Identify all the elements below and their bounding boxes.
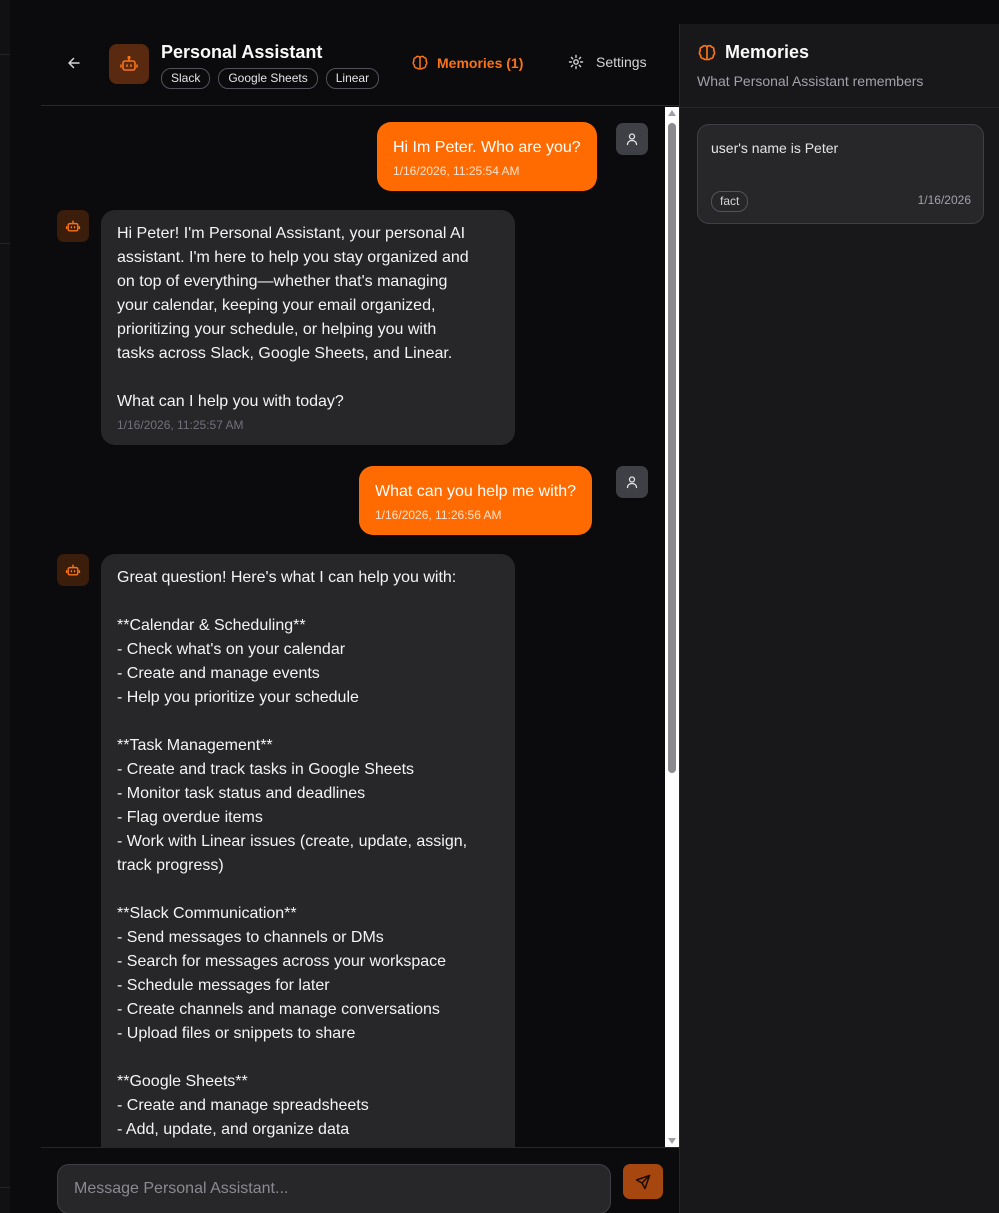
message-list: Hi Im Peter. Who are you? 1/16/2026, 11:… <box>41 107 665 1147</box>
assistant-avatar <box>57 210 89 242</box>
robot-icon <box>65 220 81 232</box>
memories-title-row: Memories <box>697 42 809 63</box>
memories-header: Memories What Personal Assistant remembe… <box>680 24 999 108</box>
memories-subtitle: What Personal Assistant remembers <box>697 73 924 89</box>
user-icon <box>626 133 638 146</box>
memory-date: 1/16/2026 <box>917 193 971 207</box>
user-avatar <box>616 466 648 498</box>
memory-card[interactable]: user's name is Peter fact 1/16/2026 <box>697 124 984 224</box>
assistant-message: Hi Peter! I'm Personal Assistant, your p… <box>101 210 515 445</box>
user-avatar <box>616 123 648 155</box>
memories-button[interactable]: Memories (1) <box>411 54 523 72</box>
memory-type-badge: fact <box>711 191 749 212</box>
user-message: Hi Im Peter. Who are you? 1/16/2026, 11:… <box>377 122 597 191</box>
assistant-avatar <box>57 554 89 586</box>
back-button[interactable] <box>61 50 87 76</box>
message-input[interactable] <box>57 1164 611 1213</box>
chat-panel: Personal Assistant Slack Google Sheets L… <box>41 24 679 1213</box>
message-timestamp: 1/16/2026, 11:25:57 AM <box>117 418 244 432</box>
message-timestamp: 1/16/2026, 11:26:56 AM <box>375 508 502 522</box>
memories-title: Memories <box>725 42 810 62</box>
memories-button-label: Memories (1) <box>437 55 524 71</box>
scroll-down-arrow-icon[interactable] <box>668 1138 676 1144</box>
brain-icon <box>412 55 428 70</box>
page-title: Personal Assistant <box>161 42 323 62</box>
message-text: Hi Im Peter. Who are you? <box>393 139 581 156</box>
settings-button-label: Settings <box>596 54 647 70</box>
top-bar <box>0 0 999 24</box>
sidebar-divider <box>0 243 10 244</box>
message-text: Hi Peter! I'm Personal Assistant, your p… <box>117 225 469 410</box>
message-text: What can you help me with? <box>375 483 576 500</box>
scrollbar-thumb[interactable] <box>668 123 676 773</box>
assistant-message: Great question! Here's what I can help y… <box>101 554 515 1147</box>
send-icon <box>635 1174 651 1189</box>
send-button[interactable] <box>623 1164 663 1199</box>
tool-chips: Slack Google Sheets Linear <box>161 68 380 89</box>
gear-icon <box>568 54 584 70</box>
tool-chip-linear: Linear <box>325 68 380 89</box>
chat-header: Personal Assistant Slack Google Sheets L… <box>41 24 679 106</box>
robot-icon <box>65 564 81 576</box>
tool-chip-slack: Slack <box>161 68 211 89</box>
robot-icon <box>120 55 138 71</box>
settings-button[interactable]: Settings <box>568 54 647 70</box>
left-sidebar-edge <box>0 0 10 1213</box>
scrollbar[interactable] <box>665 107 679 1147</box>
user-message: What can you help me with? 1/16/2026, 11… <box>359 466 592 535</box>
arrow-left-icon <box>68 57 80 69</box>
tool-chip-google-sheets: Google Sheets <box>218 68 318 89</box>
composer <box>41 1147 679 1213</box>
sidebar-divider <box>0 1187 10 1188</box>
agent-avatar <box>109 44 149 84</box>
sidebar-divider <box>0 54 10 55</box>
message-text: Great question! Here's what I can help y… <box>117 569 468 1138</box>
memory-content: user's name is Peter <box>711 140 839 156</box>
user-icon <box>626 476 638 489</box>
memories-panel: Memories What Personal Assistant remembe… <box>679 24 999 1213</box>
message-timestamp: 1/16/2026, 11:25:54 AM <box>393 164 520 178</box>
brain-icon <box>698 44 716 60</box>
scroll-up-arrow-icon[interactable] <box>668 110 676 116</box>
